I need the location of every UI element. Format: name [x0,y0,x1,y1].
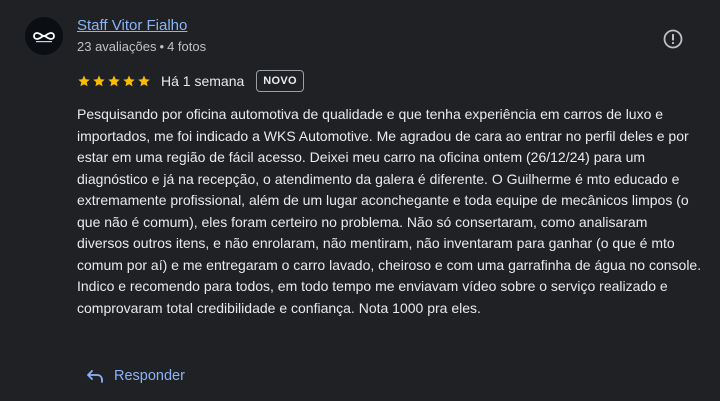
author-avatar[interactable] [25,17,63,55]
review-text: Pesquisando por oficina automotiva de qu… [77,106,702,316]
star-rating [77,74,151,88]
author-name-link[interactable]: Staff Vitor Fialho [77,17,187,35]
review-card: Staff Vitor Fialho 23 avaliações • 4 fotos… [0,0,720,401]
new-badge: NOVO [256,70,304,92]
star-icon [123,75,135,87]
reply-arrow-icon [87,370,103,383]
meta-separator: • [159,39,165,54]
author-photo-count: 4 fotos [167,39,207,54]
infinity-logo-icon [33,32,55,43]
review-date: Há 1 semana [161,73,245,89]
star-icon [78,75,90,87]
info-button[interactable] [662,28,684,50]
star-icon [93,75,105,87]
reply-label: Responder [114,368,185,384]
author-meta: 23 avaliações • 4 fotos [77,39,206,55]
rating-row: Há 1 semana NOVO [77,69,304,93]
author-review-count: 23 avaliações [77,39,157,54]
star-icon [108,75,120,87]
star-icon [138,75,150,87]
info-icon [663,29,683,49]
reply-button[interactable]: Responder [80,362,191,390]
